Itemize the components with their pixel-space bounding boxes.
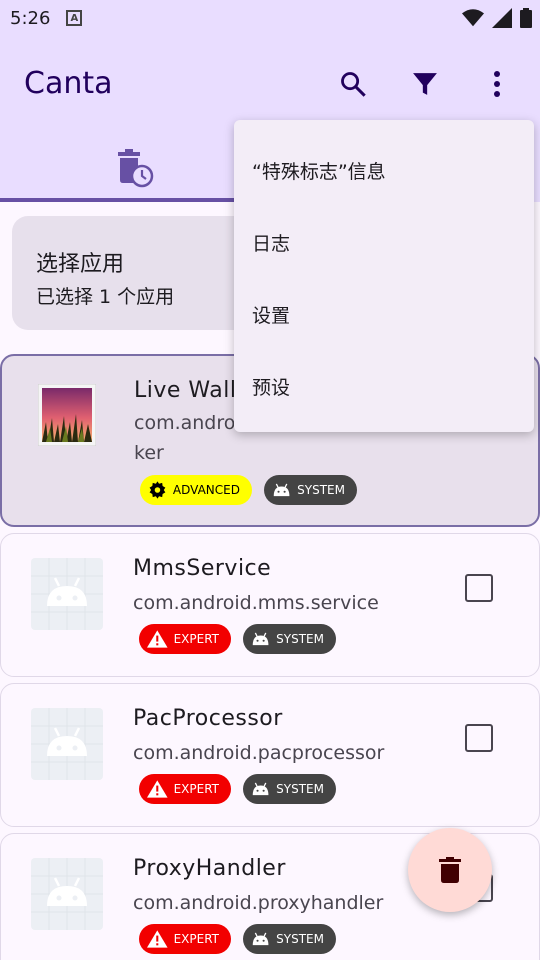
app-package: com.android.proxyhandler	[133, 892, 384, 914]
menu-item-logs[interactable]: 日志	[234, 206, 534, 278]
badge-label: EXPERT	[173, 782, 219, 796]
expert-badge: EXPERT	[139, 624, 231, 654]
app-package: com.android.pacprocessor	[133, 742, 385, 764]
app-list-item[interactable]: MmsService com.android.mms.service EXPER…	[0, 533, 540, 677]
badge-label: EXPERT	[173, 632, 219, 646]
badge-label: SYSTEM	[276, 632, 324, 646]
filter-icon	[413, 73, 437, 95]
wifi-icon	[462, 9, 484, 27]
app-package: com.android.mms.service	[133, 592, 379, 614]
warning-icon	[147, 930, 168, 948]
filter-button[interactable]	[398, 60, 452, 108]
app-name: Live Wall	[134, 378, 237, 403]
app-icon	[31, 708, 103, 784]
badge-row: EXPERT SYSTEM	[139, 774, 336, 804]
status-notification-icon: A	[66, 10, 83, 26]
delete-clock-icon	[118, 149, 154, 188]
uninstall-fab[interactable]	[408, 828, 492, 912]
app-icon	[31, 558, 103, 634]
overflow-menu: “特殊标志”信息 日志 设置 预设	[234, 120, 534, 432]
menu-item-settings[interactable]: 设置	[234, 278, 534, 350]
system-badge: SYSTEM	[264, 475, 357, 505]
app-package-continued: ker	[134, 442, 164, 464]
badge-label: SYSTEM	[276, 782, 324, 796]
expert-badge: EXPERT	[139, 774, 231, 804]
android-icon	[252, 782, 269, 796]
app-bar-actions	[326, 60, 524, 108]
app-select-checkbox[interactable]	[465, 724, 493, 752]
app-name: PacProcessor	[133, 706, 283, 731]
status-time: 5:26	[10, 7, 51, 29]
system-badge: SYSTEM	[243, 774, 336, 804]
app-icon	[31, 858, 103, 934]
warning-icon	[147, 780, 168, 798]
status-bar: 5:26 A	[0, 0, 540, 36]
app-icon	[37, 383, 97, 450]
delete-icon	[439, 857, 461, 883]
menu-item-presets[interactable]: 预设	[234, 350, 534, 422]
app-name: ProxyHandler	[133, 856, 286, 881]
system-badge: SYSTEM	[243, 924, 336, 954]
advanced-badge: ADVANCED	[140, 475, 252, 505]
badge-label: SYSTEM	[297, 483, 345, 497]
search-button[interactable]	[326, 60, 380, 108]
selection-title: 选择应用	[36, 252, 125, 277]
expert-badge: EXPERT	[139, 924, 231, 954]
status-icons	[462, 8, 532, 28]
app-name: MmsService	[133, 556, 272, 581]
badge-row: EXPERT SYSTEM	[139, 924, 336, 954]
system-badge: SYSTEM	[243, 624, 336, 654]
signal-icon	[492, 8, 512, 28]
android-icon	[273, 483, 290, 497]
more-vert-icon	[494, 71, 500, 97]
android-icon	[252, 632, 269, 646]
menu-item-special-flags-info[interactable]: “特殊标志”信息	[234, 134, 534, 206]
gear-icon	[149, 481, 166, 499]
app-title: Canta	[24, 66, 113, 101]
badge-label: ADVANCED	[172, 483, 240, 497]
tab-uninstall[interactable]	[114, 148, 154, 192]
search-icon	[341, 72, 366, 97]
app-select-checkbox[interactable]	[465, 574, 493, 602]
battery-icon	[520, 8, 532, 28]
app-list-item[interactable]: PacProcessor com.android.pacprocessor EX…	[0, 683, 540, 827]
selection-subtitle: 已选择 1 个应用	[36, 286, 175, 308]
badge-row: ADVANCED SYSTEM	[140, 475, 357, 505]
more-options-button[interactable]	[470, 60, 524, 108]
badge-label: SYSTEM	[276, 932, 324, 946]
warning-icon	[147, 630, 168, 648]
badge-row: EXPERT SYSTEM	[139, 624, 336, 654]
android-icon	[252, 932, 269, 946]
badge-label: EXPERT	[173, 932, 219, 946]
